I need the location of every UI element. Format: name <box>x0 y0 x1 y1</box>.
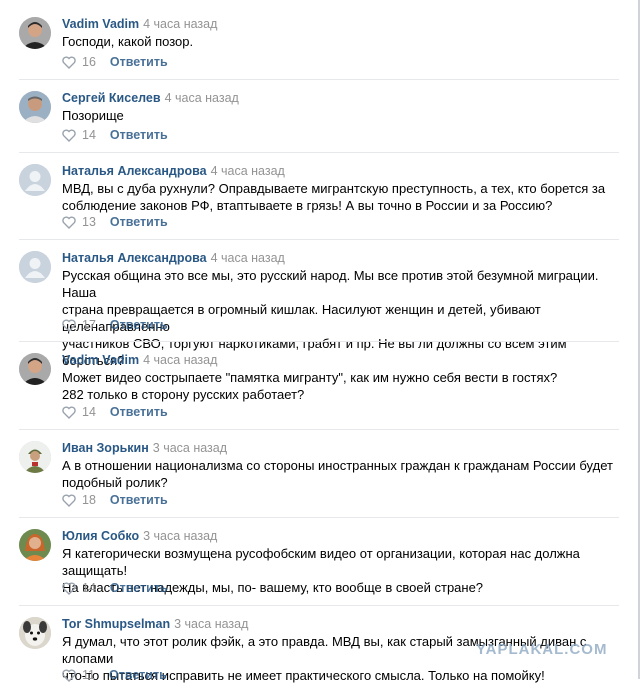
comment-author[interactable]: Сергей Киселев 4 часа назад <box>62 91 239 105</box>
comment-time[interactable]: 4 часа назад <box>143 353 217 367</box>
like-count: 14 <box>82 405 96 419</box>
comment-actions: 17 Ответить <box>62 317 168 333</box>
reply-button[interactable]: Ответить <box>110 318 168 332</box>
author-name[interactable]: Vadim Vadim <box>62 17 139 31</box>
reply-button[interactable]: Ответить <box>110 581 168 595</box>
author-name[interactable]: Сергей Киселев <box>62 91 161 105</box>
heart-icon[interactable] <box>62 405 76 419</box>
dog-icon[interactable] <box>19 617 51 649</box>
comment-actions: 14 Ответить <box>62 580 168 596</box>
comment-separator <box>19 341 619 342</box>
man-gray-icon[interactable] <box>19 91 51 123</box>
comment-separator <box>19 429 619 430</box>
comment-actions: 18 Ответить <box>62 492 168 508</box>
comment-author[interactable]: Наталья Александрова 4 часа назад <box>62 164 285 178</box>
like-count: 11 <box>82 668 95 682</box>
comment-text: А в отношении национализма со стороны ин… <box>62 458 613 490</box>
comment-text: Позорище <box>62 108 124 123</box>
like-count: 14 <box>82 128 96 142</box>
site-watermark: YAPLAKAL.COM <box>476 641 608 658</box>
reply-button[interactable]: Ответить <box>110 55 168 69</box>
heart-icon[interactable] <box>62 581 76 595</box>
woman-icon[interactable] <box>19 529 51 561</box>
comment-author[interactable]: Vadim Vadim 4 часа назад <box>62 353 217 367</box>
comment-separator <box>19 517 619 518</box>
comment-author[interactable]: Наталья Александрова 4 часа назад <box>62 251 285 265</box>
heart-icon[interactable] <box>62 493 76 507</box>
comment-separator <box>19 79 619 80</box>
reply-button[interactable]: Ответить <box>110 215 168 229</box>
comment-text: МВД, вы с дуба рухнули? Оправдываете миг… <box>62 181 606 213</box>
comment-author[interactable]: Tor Shmupselman 3 часа назад <box>62 617 248 631</box>
author-name[interactable]: Юлия Собко <box>62 529 139 543</box>
comment-time[interactable]: 4 часа назад <box>165 91 239 105</box>
comment-separator <box>19 239 619 240</box>
man-dark-icon[interactable] <box>19 353 51 385</box>
reply-button[interactable]: Ответить <box>109 668 167 682</box>
author-name[interactable]: Наталья Александрова <box>62 251 207 265</box>
heart-icon[interactable] <box>62 668 76 682</box>
reply-button[interactable]: Ответить <box>110 405 168 419</box>
comment-separator <box>19 605 619 606</box>
comment-text: Господи, какой позор. <box>62 34 194 49</box>
default-user-icon[interactable] <box>19 164 51 196</box>
heart-icon[interactable] <box>62 128 76 142</box>
comment-actions: 11 Ответить <box>62 667 167 683</box>
default-user-icon[interactable] <box>19 251 51 283</box>
comment-time[interactable]: 3 часа назад <box>174 617 248 631</box>
comment-time[interactable]: 3 часа назад <box>143 529 217 543</box>
author-name[interactable]: Наталья Александрова <box>62 164 207 178</box>
comment-actions: 14 Ответить <box>62 127 168 143</box>
author-name[interactable]: Vadim Vadim <box>62 353 139 367</box>
comment-time[interactable]: 4 часа назад <box>143 17 217 31</box>
comment-separator <box>19 152 619 153</box>
comment-author[interactable]: Vadim Vadim 4 часа назад <box>62 17 217 31</box>
like-count: 16 <box>82 55 96 69</box>
like-count: 14 <box>82 581 96 595</box>
like-count: 18 <box>82 493 96 507</box>
heart-icon[interactable] <box>62 215 76 229</box>
author-name[interactable]: Tor Shmupselman <box>62 617 170 631</box>
comment-time[interactable]: 3 часа назад <box>153 441 227 455</box>
comment-text: Может видео сострыпаете "памятка мигрант… <box>62 370 558 402</box>
comment-author[interactable]: Иван Зорькин 3 часа назад <box>62 441 227 455</box>
comment-author[interactable]: Юлия Собко 3 часа назад <box>62 529 217 543</box>
heart-icon[interactable] <box>62 318 76 332</box>
heart-icon[interactable] <box>62 55 76 69</box>
like-count: 13 <box>82 215 96 229</box>
comment-time[interactable]: 4 часа назад <box>211 251 285 265</box>
comment-actions: 16 Ответить <box>62 54 168 70</box>
comment-actions: 13 Ответить <box>62 214 168 230</box>
comment-actions: 14 Ответить <box>62 404 168 420</box>
author-name[interactable]: Иван Зорькин <box>62 441 149 455</box>
like-count: 17 <box>82 318 96 332</box>
reply-button[interactable]: Ответить <box>110 493 168 507</box>
comment-time[interactable]: 4 часа назад <box>211 164 285 178</box>
soldier-icon[interactable] <box>19 441 51 473</box>
man-dark-icon[interactable] <box>19 17 51 49</box>
reply-button[interactable]: Ответить <box>110 128 168 142</box>
